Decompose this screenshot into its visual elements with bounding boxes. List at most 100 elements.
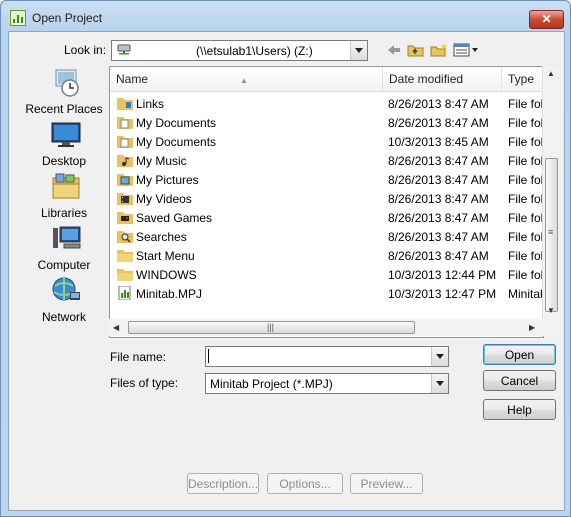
- file-date: 8/26/2013 8:47 AM: [388, 173, 489, 187]
- documents-folder-icon: [117, 136, 133, 148]
- file-type-select[interactable]: Minitab Project (*.MPJ): [205, 373, 449, 394]
- scroll-down-icon[interactable]: ▼: [547, 306, 555, 315]
- horizontal-scroll-thumb[interactable]: |||: [128, 321, 415, 334]
- file-name: Start Menu: [136, 249, 195, 263]
- file-name-label: File name:: [110, 350, 167, 364]
- file-name: Links: [136, 97, 165, 111]
- file-row[interactable]: Saved Games 8/26/2013 8:47 AM File folde…: [110, 208, 543, 227]
- file-name: My Videos: [136, 192, 192, 206]
- minitab-file-icon: [118, 286, 131, 300]
- up-folder-icon[interactable]: [407, 42, 425, 58]
- place-label: Network: [41, 310, 86, 324]
- computer-icon: [53, 226, 81, 249]
- file-list[interactable]: Name ▲ Date modified Type Links 8/26/2013…: [109, 66, 544, 338]
- file-date: 8/26/2013 8:47 AM: [388, 211, 489, 225]
- pictures-folder-icon: [117, 174, 133, 186]
- text-caret: [208, 349, 209, 363]
- scroll-corner: [542, 319, 559, 336]
- file-name: Saved Games: [136, 211, 213, 225]
- file-type: File folder: [508, 211, 543, 225]
- file-type-value: Minitab Project (*.MPJ): [210, 377, 333, 391]
- look-in-value: (\\etsulab1\Users) (Z:): [196, 44, 313, 58]
- network-drive-icon: [117, 44, 131, 55]
- grip-icon: ≡: [548, 227, 554, 237]
- file-type: File folder: [508, 154, 543, 168]
- file-date: 10/3/2013 12:44 PM: [388, 268, 497, 282]
- new-folder-icon[interactable]: [430, 42, 448, 58]
- scroll-left-icon[interactable]: ◀: [113, 323, 119, 332]
- file-row[interactable]: My Documents 8/26/2013 8:47 AM File fold…: [110, 113, 543, 132]
- file-type-label: Files of type:: [110, 376, 179, 390]
- folder-icon: [117, 250, 133, 262]
- file-name: My Documents: [136, 116, 217, 130]
- look-in-combo[interactable]: (\\etsulab1\Users) (Z:): [111, 40, 368, 61]
- file-name: Minitab.MPJ: [136, 287, 203, 301]
- file-row[interactable]: Searches 8/26/2013 8:47 AM File folder: [110, 227, 543, 246]
- help-button[interactable]: Help: [483, 399, 556, 420]
- recent-places-icon: [55, 69, 79, 97]
- place-desktop[interactable]: Desktop: [21, 120, 107, 170]
- view-menu-icon[interactable]: [453, 42, 479, 58]
- file-row[interactable]: Start Menu 8/26/2013 8:47 AM File folder: [110, 246, 543, 265]
- file-name-input[interactable]: [205, 346, 449, 367]
- place-recent-places[interactable]: Recent Places: [21, 68, 107, 118]
- options-button[interactable]: Options...: [267, 473, 343, 494]
- file-date: 8/26/2013 8:47 AM: [388, 192, 489, 206]
- file-type: File folder: [508, 249, 543, 263]
- window-title: Open Project: [32, 11, 103, 25]
- file-row[interactable]: My Documents 10/3/2013 8:45 AM File fold…: [110, 132, 543, 151]
- libraries-icon: [52, 173, 80, 199]
- vertical-scrollbar[interactable]: ▲ ≡ ▼: [542, 66, 560, 319]
- file-row[interactable]: WINDOWS 10/3/2013 12:44 PM File folder: [110, 265, 543, 284]
- file-date: 8/26/2013 8:47 AM: [388, 97, 489, 111]
- cancel-button[interactable]: Cancel: [483, 370, 556, 391]
- file-name: WINDOWS: [136, 268, 197, 282]
- chevron-down-icon[interactable]: [431, 347, 448, 366]
- file-type: File folder: [508, 97, 543, 111]
- place-label: Libraries: [40, 206, 88, 220]
- file-type: File folder: [508, 230, 543, 244]
- file-type: File folder: [508, 268, 543, 282]
- close-button[interactable]: ✕: [529, 10, 564, 29]
- file-row[interactable]: My Music 8/26/2013 8:47 AM File folder: [110, 151, 543, 170]
- file-type: File folder: [508, 116, 543, 130]
- scroll-right-icon[interactable]: ▶: [529, 323, 535, 332]
- preview-button[interactable]: Preview...: [350, 473, 423, 494]
- file-row[interactable]: Minitab.MPJ 10/3/2013 12:47 PM Minitab P…: [110, 284, 543, 303]
- file-date: 10/3/2013 12:47 PM: [388, 287, 497, 301]
- look-in-label: Look in:: [64, 43, 107, 57]
- vertical-scroll-thumb[interactable]: ≡: [545, 158, 558, 312]
- file-date: 8/26/2013 8:47 AM: [388, 230, 489, 244]
- horizontal-scrollbar[interactable]: ◀ ||| ▶: [109, 319, 542, 336]
- place-libraries[interactable]: Libraries: [21, 172, 107, 222]
- chevron-down-icon[interactable]: [350, 41, 367, 60]
- dialog-client-area: Look in: (\\etsulab1\Users) (Z:) Recent …: [8, 31, 565, 511]
- place-label: Computer: [37, 258, 91, 272]
- desktop-icon: [51, 122, 81, 147]
- file-name: My Documents: [136, 135, 217, 149]
- file-type: File folder: [508, 173, 543, 187]
- column-headers: Name ▲ Date modified Type: [110, 67, 543, 92]
- file-row[interactable]: Links 8/26/2013 8:47 AM File folder: [110, 94, 543, 113]
- file-name: My Music: [136, 154, 187, 168]
- open-button[interactable]: Open: [483, 344, 556, 365]
- place-computer[interactable]: Computer: [21, 224, 107, 274]
- scroll-up-icon[interactable]: ▲: [547, 69, 555, 78]
- file-row[interactable]: My Videos 8/26/2013 8:47 AM File folder: [110, 189, 543, 208]
- column-header-date[interactable]: Date modified: [383, 67, 502, 91]
- file-row[interactable]: My Pictures 8/26/2013 8:47 AM File folde…: [110, 170, 543, 189]
- place-network[interactable]: Network: [21, 276, 107, 326]
- minitab-app-icon: [10, 10, 26, 26]
- folder-icon: [117, 269, 133, 281]
- title-bar[interactable]: Open Project ✕: [1, 1, 570, 31]
- back-arrow-icon[interactable]: [386, 42, 402, 58]
- description-button[interactable]: Description...: [187, 473, 259, 494]
- close-icon: ✕: [541, 12, 552, 26]
- chevron-down-icon[interactable]: [431, 374, 448, 393]
- network-icon: [52, 277, 80, 301]
- column-header-name[interactable]: Name ▲: [110, 67, 383, 91]
- column-header-type[interactable]: Type: [502, 67, 543, 91]
- file-type: File folder: [508, 135, 543, 149]
- grip-icon: |||: [267, 322, 275, 332]
- file-date: 8/26/2013 8:47 AM: [388, 116, 489, 130]
